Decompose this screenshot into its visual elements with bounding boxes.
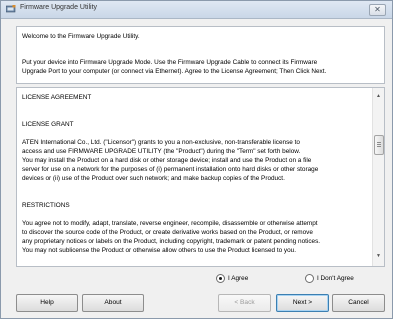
license-agreement-heading: LICENSE AGREEMENT: [22, 94, 92, 101]
license-agreement-box[interactable]: LICENSE AGREEMENT LICENSE GRANT ATEN Int…: [16, 87, 385, 267]
grant-line: devices or (ii) use of the Product over …: [22, 175, 285, 182]
grip-line: [377, 146, 381, 147]
close-icon: ✕: [374, 5, 381, 14]
scroll-thumb[interactable]: [374, 135, 384, 155]
firmware-upgrade-window: Firmware Upgrade Utility ✕ Welcome to th…: [0, 0, 393, 319]
scroll-down-arrow-icon[interactable]: ▼: [375, 252, 382, 260]
scroll-up-arrow-icon[interactable]: ▲: [375, 92, 382, 100]
firmware-utility-icon: [6, 5, 16, 13]
agree-option[interactable]: I Agree: [216, 272, 266, 284]
close-button[interactable]: ✕: [369, 4, 386, 16]
cancel-button[interactable]: Cancel: [332, 294, 385, 312]
instructions-line-1: Put your device into Firmware Upgrade Mo…: [22, 59, 318, 66]
intro-panel: Welcome to the Firmware Upgrade Utility.…: [16, 26, 385, 84]
restriction-line: You agree not to modify, adapt, translat…: [22, 220, 318, 227]
grip-line: [377, 144, 381, 145]
restrictions-heading: RESTRICTIONS: [22, 202, 70, 209]
window-title: Firmware Upgrade Utility: [20, 4, 98, 11]
license-text: LICENSE AGREEMENT LICENSE GRANT ATEN Int…: [22, 93, 371, 255]
instructions-text: Put your device into Firmware Upgrade Mo…: [22, 58, 326, 76]
license-scrollbar[interactable]: ▲ ▼: [372, 88, 384, 266]
next-button[interactable]: Next >: [276, 294, 329, 312]
agree-label: I Agree: [228, 275, 249, 282]
back-button[interactable]: < Back: [218, 294, 271, 312]
restrictions-paragraph: You agree not to modify, adapt, translat…: [22, 219, 371, 255]
grant-line: server for use on a network for the purp…: [22, 166, 319, 173]
restriction-line: any proprietary notices or labels on the…: [22, 238, 321, 245]
grant-line: ATEN International Co., Ltd. ("Licensor"…: [22, 139, 300, 146]
grant-line: You may install the Product on a hard di…: [22, 157, 312, 164]
instructions-line-2: Upgrade Port to your computer (or connec…: [22, 68, 327, 75]
grant-line: access and use FIRMWARE UPGRADE UTILITY …: [22, 148, 301, 155]
restriction-line: to discover the source code of the Produ…: [22, 229, 313, 236]
title-bar[interactable]: Firmware Upgrade Utility ✕: [1, 1, 392, 19]
help-button[interactable]: Help: [16, 294, 78, 312]
license-grant-heading: LICENSE GRANT: [22, 121, 74, 128]
welcome-text: Welcome to the Firmware Upgrade Utility.: [22, 33, 140, 40]
about-button[interactable]: About: [82, 294, 144, 312]
restriction-line: You may not sublicense the Product or ot…: [22, 247, 297, 254]
disagree-radio[interactable]: [305, 274, 314, 283]
grip-line: [377, 142, 381, 143]
disagree-label: I Don't Agree: [317, 275, 354, 282]
agree-radio[interactable]: [216, 274, 225, 283]
license-grant-paragraph: ATEN International Co., Ltd. ("Licensor"…: [22, 138, 371, 183]
disagree-option[interactable]: I Don't Agree: [305, 272, 383, 284]
